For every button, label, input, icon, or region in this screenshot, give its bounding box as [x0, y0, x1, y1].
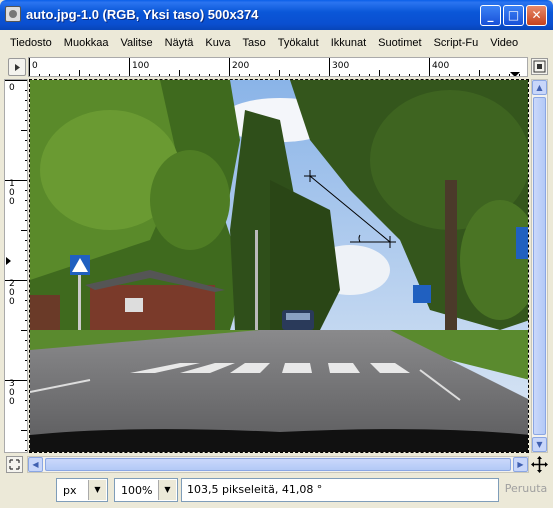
triangle-right-icon	[15, 64, 20, 71]
scroll-left-arrow-icon[interactable]: ◀	[28, 457, 43, 472]
vertical-ruler[interactable]: 0 100 200 300	[4, 79, 28, 453]
horizontal-scrollbar[interactable]: ◀ ▶	[27, 456, 529, 473]
window-title: auto.jpg-1.0 (RGB, Yksi taso) 500x374	[26, 7, 259, 22]
pointer-marker-icon	[510, 72, 520, 76]
status-message: 103,5 pikseleitä, 41,08 °	[181, 478, 499, 502]
zoom-toggle-button[interactable]	[6, 456, 23, 473]
scroll-right-arrow-icon[interactable]: ▶	[513, 457, 528, 472]
vertical-scroll-thumb[interactable]	[533, 97, 546, 435]
svg-text:100: 100	[9, 179, 15, 207]
navigate-icon	[533, 60, 546, 73]
unit-value: px	[63, 483, 77, 497]
horizontal-scroll-thumb[interactable]	[45, 458, 511, 471]
svg-text:300: 300	[9, 379, 15, 407]
status-bar: px ▼ 100% ▼ 103,5 pikseleitä, 41,08 ° Pe…	[0, 476, 553, 508]
menu-ikkunat[interactable]: Ikkunat	[325, 37, 372, 49]
vruler-label-0: 0	[9, 83, 15, 93]
move-cross-icon	[531, 456, 548, 473]
minimize-button[interactable]: _	[480, 5, 501, 26]
menu-muokkaa[interactable]: Muokkaa	[58, 37, 115, 49]
navigate-button[interactable]	[531, 58, 548, 75]
unit-select[interactable]: px ▼	[56, 478, 108, 502]
scroll-up-arrow-icon[interactable]: ▲	[532, 80, 547, 95]
menu-kuva[interactable]: Kuva	[199, 37, 236, 49]
ruler-menu-button[interactable]	[8, 58, 26, 76]
vruler-label-300: 300	[9, 379, 15, 407]
svg-text:0: 0	[9, 83, 15, 93]
cancel-button[interactable]: Peruuta	[502, 478, 550, 502]
zoom-select[interactable]: 100% ▼	[114, 478, 178, 502]
menu-video[interactable]: Video	[484, 37, 524, 49]
hruler-label-200: 200	[232, 61, 249, 71]
menu-suotimet[interactable]: Suotimet	[372, 37, 427, 49]
hruler-label-400: 400	[432, 61, 449, 71]
vruler-label-100: 100	[9, 179, 15, 207]
menu-script-fu[interactable]: Script-Fu	[428, 37, 485, 49]
menu-valitse[interactable]: Valitse	[114, 37, 158, 49]
app-icon[interactable]	[5, 6, 21, 22]
menu-bar: Tiedosto Muokkaa Valitse Näytä Kuva Taso…	[4, 33, 549, 53]
hruler-label-300: 300	[332, 61, 349, 71]
photo-road-scene	[30, 80, 528, 452]
svg-text:200: 200	[9, 279, 15, 307]
navigation-move-button[interactable]	[531, 456, 548, 473]
title-bar[interactable]: auto.jpg-1.0 (RGB, Yksi taso) 500x374 _ …	[0, 0, 553, 30]
scroll-down-arrow-icon[interactable]: ▼	[532, 437, 547, 452]
chevron-down-icon[interactable]: ▼	[158, 480, 176, 500]
chevron-down-icon[interactable]: ▼	[88, 480, 106, 500]
image-canvas[interactable]	[29, 79, 529, 453]
hruler-label-100: 100	[132, 61, 149, 71]
maximize-button[interactable]: □	[503, 5, 524, 26]
hruler-label-0: 0	[32, 61, 38, 71]
zoom-fit-icon	[9, 459, 20, 470]
menu-tiedosto[interactable]: Tiedosto	[4, 37, 58, 49]
horizontal-ruler[interactable]: 0 100 200 300 400	[28, 57, 528, 77]
menu-taso[interactable]: Taso	[236, 37, 271, 49]
vertical-scrollbar[interactable]: ▲ ▼	[531, 79, 548, 453]
menu-nayta[interactable]: Näytä	[159, 37, 200, 49]
pointer-marker-icon	[6, 257, 11, 265]
menu-tyokalut[interactable]: Työkalut	[272, 37, 325, 49]
close-button[interactable]: ✕	[526, 5, 547, 26]
vruler-label-200: 200	[9, 279, 15, 307]
zoom-value: 100%	[121, 483, 153, 497]
